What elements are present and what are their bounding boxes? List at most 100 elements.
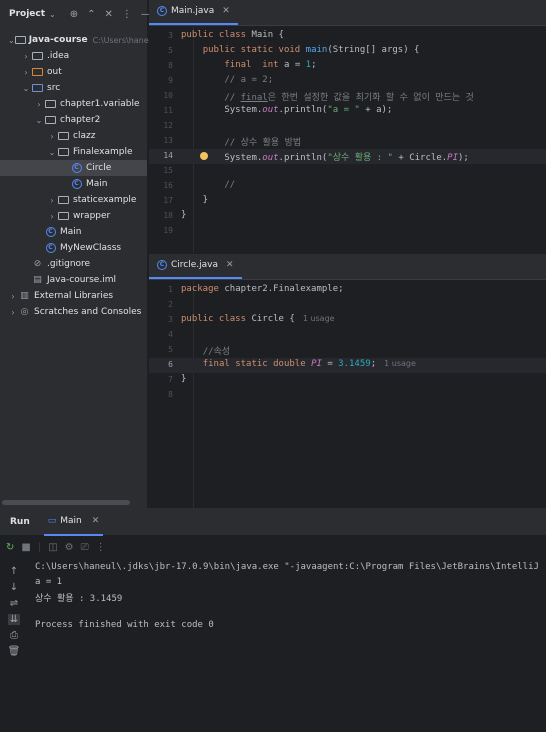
tree-item[interactable]: C Main — [0, 224, 147, 240]
code-line[interactable]: // a = 2; — [181, 75, 273, 85]
scroll-to-end-icon[interactable]: ⇊ — [7, 614, 21, 625]
line-number: 3 — [168, 31, 173, 40]
line-number: 11 — [163, 106, 173, 115]
tree-item[interactable]: › chapter1.variable — [0, 96, 147, 112]
chevron-right-icon[interactable]: › — [34, 100, 44, 109]
tree-item-label: Scratches and Consoles — [34, 307, 142, 317]
tree-item[interactable]: › ▥ External Libraries — [0, 288, 147, 304]
chevron-down-icon[interactable]: ⌄ — [34, 116, 44, 125]
tree-item[interactable]: › wrapper — [0, 208, 147, 224]
run-toolbar: ↻ ■ | ◫ ⚙ ⎚ ⋮ — [0, 536, 546, 558]
code-line[interactable]: System.out.println("상수 활용 : " + Circle.P… — [181, 150, 469, 163]
close-icon[interactable]: ✕ — [226, 260, 234, 270]
tree-item[interactable]: ⌄ Finalexample — [0, 144, 147, 160]
tree-item[interactable]: C MyNewClasss — [0, 240, 147, 256]
close-icon[interactable]: ✕ — [92, 516, 100, 526]
editor-tabs-main: C Main.java ✕ — [149, 0, 546, 26]
tree-item-label: .idea — [47, 51, 70, 61]
project-toolbar: ⊕ ⌃ ✕ ⋮ — — [70, 9, 151, 20]
rerun-icon[interactable]: ↻ — [6, 542, 14, 553]
chevron-down-icon[interactable]: ⌄ — [21, 84, 31, 93]
print-icon[interactable]: ⎙ — [10, 630, 18, 641]
tab-circle-java[interactable]: C Circle.java ✕ — [149, 253, 242, 279]
project-panel-title[interactable]: Project — [9, 9, 45, 19]
tree-item[interactable]: › .idea — [0, 48, 147, 64]
code-line[interactable]: // 상수 활용 방법 — [181, 135, 301, 148]
chevron-down-icon[interactable]: ⌄ — [49, 10, 56, 19]
tree-item[interactable]: › out — [0, 64, 147, 80]
chevron-down-icon[interactable]: ⌄ — [47, 148, 57, 157]
tree-item[interactable]: ⌄ chapter2 — [0, 112, 147, 128]
down-arrow-icon[interactable]: ↓ — [10, 582, 18, 593]
tree-item[interactable]: › ◎ Scratches and Consoles — [0, 304, 147, 320]
console-output[interactable]: C:\Users\haneul\.jdks\jbr-17.0.9\bin\jav… — [35, 562, 541, 635]
line-number: 4 — [168, 330, 173, 339]
trash-icon[interactable]: 🗑 — [8, 646, 21, 657]
scrollbar[interactable] — [2, 500, 130, 505]
code-line[interactable]: public class Main { — [181, 30, 284, 40]
chevron-right-icon[interactable]: › — [47, 132, 57, 141]
chevron-right-icon[interactable]: › — [8, 308, 18, 317]
run-panel: Run ▭ Main ✕ ↻ ■ | ◫ ⚙ ⎚ ⋮ ↑ ↓ ⇌ ⇊ ⎙ 🗑 C… — [0, 508, 546, 732]
tree-item-label: MyNewClasss — [60, 243, 122, 253]
class-badge: C — [45, 227, 56, 237]
editor-main-java[interactable]: 3 public class Main {5 public static void… — [149, 27, 546, 253]
tree-item[interactable]: C Main — [0, 176, 147, 192]
options-icon[interactable]: ⋮ — [122, 9, 132, 20]
code-line[interactable]: System.out.println("a = " + a); — [181, 105, 392, 115]
module-folder-icon — [14, 35, 26, 45]
tree-item[interactable]: ⌄ src — [0, 80, 147, 96]
up-arrow-icon[interactable]: ↑ — [10, 566, 18, 577]
tab-label: Main.java — [171, 6, 215, 16]
project-panel: Project ⌄ ⊕ ⌃ ✕ ⋮ — ⌄ Java-course C:\Users… — [0, 0, 154, 508]
code-line[interactable]: package chapter2.Finalexample; — [181, 284, 344, 294]
chevron-right-icon[interactable]: › — [47, 196, 57, 205]
code-line[interactable]: public class Circle {1 usage — [181, 314, 335, 324]
tree-item[interactable]: › staticexample — [0, 192, 147, 208]
chevron-right-icon[interactable]: › — [8, 292, 18, 301]
chevron-down-icon[interactable]: ⌄ — [8, 36, 15, 45]
settings-icon[interactable]: ⚙ — [65, 542, 74, 553]
screenshot-icon[interactable]: ◫ — [48, 542, 57, 553]
soft-wrap-icon[interactable]: ⇌ — [10, 598, 18, 609]
code-line[interactable]: // final은 한번 설정한 값을 최기화 할 수 없이 만드는 것 — [181, 90, 473, 103]
tree-item[interactable]: ⊘ .gitignore — [0, 256, 147, 272]
stop-icon[interactable]: ■ — [21, 542, 30, 553]
collapse-all-icon[interactable]: ✕ — [105, 9, 113, 20]
chevron-right-icon[interactable]: › — [21, 68, 31, 77]
run-tab-main[interactable]: ▭ Main ✕ — [43, 508, 104, 536]
code-line[interactable]: //속성 — [181, 344, 230, 357]
chevron-right-icon[interactable]: › — [21, 52, 31, 61]
tree-item[interactable]: › clazz — [0, 128, 147, 144]
code-line[interactable]: final static double PI = 3.1459; 1 usage — [181, 359, 416, 369]
line-number: 14 — [163, 151, 173, 160]
tree-item-label: src — [47, 83, 61, 93]
tree-item-label: Java-course.iml — [47, 275, 116, 285]
chevron-right-icon[interactable]: › — [47, 212, 57, 221]
more-icon[interactable]: ⋮ — [96, 542, 106, 553]
folder-shape — [32, 84, 43, 92]
code-line[interactable]: final int a = 1; — [181, 60, 316, 70]
editor-circle-java[interactable]: 1 package chapter2.Finalexample; 2 3 public … — [149, 281, 546, 508]
tree-item-label: Finalexample — [73, 147, 133, 157]
lightbulb-icon[interactable] — [200, 152, 208, 160]
expand-all-icon[interactable]: ⌃ — [87, 9, 95, 20]
code-line[interactable]: // — [181, 180, 235, 190]
code-line[interactable]: } — [181, 195, 208, 205]
tab-main-java[interactable]: C Main.java ✕ — [149, 0, 238, 25]
folder-orange-icon — [31, 67, 44, 77]
tree-item-label: Circle — [86, 163, 112, 173]
restore-layout-icon[interactable]: ⎚ — [81, 542, 89, 553]
console-line: C:\Users\haneul\.jdks\jbr-17.0.9\bin\jav… — [35, 562, 541, 572]
line-number: 3 — [168, 315, 173, 324]
code-line[interactable]: } — [181, 374, 186, 384]
locate-icon[interactable]: ⊕ — [70, 9, 78, 20]
folder-shape — [58, 196, 69, 204]
code-line[interactable]: public static void main(String[] args) { — [181, 45, 420, 55]
tree-item-label: chapter1.variable — [60, 99, 140, 109]
tree-item[interactable]: C Circle — [0, 160, 147, 176]
code-line[interactable]: } — [181, 210, 186, 220]
tree-item[interactable]: ▤ Java-course.iml — [0, 272, 147, 288]
close-icon[interactable]: ✕ — [222, 6, 230, 16]
tree-item[interactable]: ⌄ Java-course C:\Users\haneu — [0, 32, 154, 48]
